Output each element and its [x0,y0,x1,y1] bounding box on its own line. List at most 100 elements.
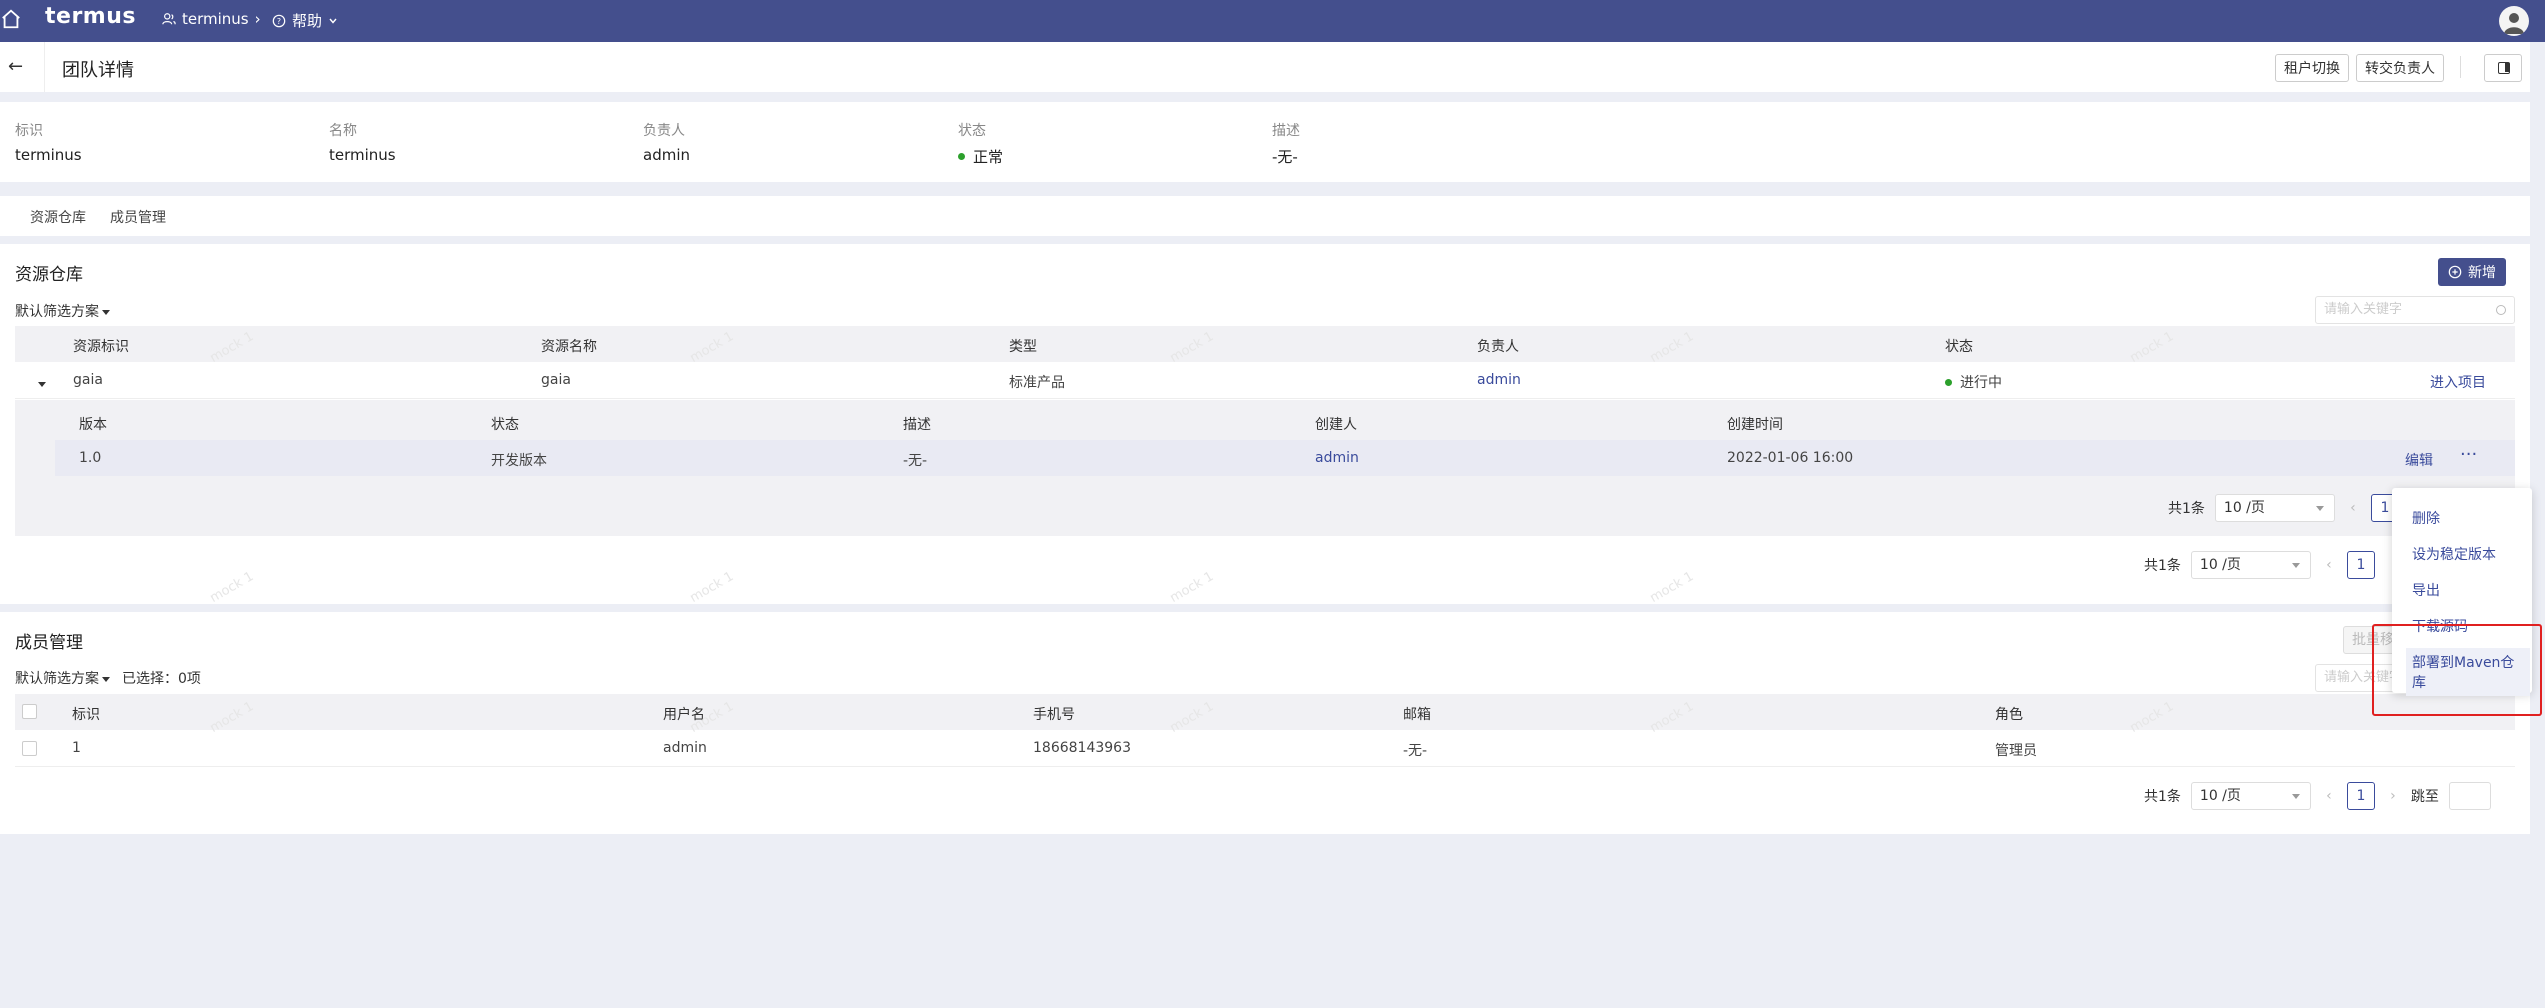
search-input[interactable]: 请输入关键字 [2315,296,2515,324]
pagination: 共1条 10 /页 ‹ 1 [2144,551,2375,579]
user-avatar-icon [2504,13,2524,34]
next-page-icon[interactable]: › [2385,788,2401,804]
transfer-owner-button[interactable]: 转交负责人 [2356,54,2444,82]
page-title: 团队详情 [62,60,134,81]
back-arrow-icon[interactable]: ← [8,56,23,77]
cell-id: 1 [72,740,81,756]
sub-pagination: 共1条 10 /页 ‹ 1 [2168,494,2399,522]
total-count: 共1条 [2144,558,2181,574]
column-header: 负责人 [1477,339,1519,355]
help-menu[interactable]: ? 帮助 [272,10,338,31]
column-header: 描述 [903,417,931,433]
add-button[interactable]: 新增 [2438,258,2506,286]
status-dot-icon [958,153,965,160]
info-owner: 负责人 admin [643,120,690,164]
cell-username: admin [663,740,707,756]
enter-project-link[interactable]: 进入项目 [2430,372,2486,392]
help-label: 帮助 [292,12,323,30]
tab-bar: 资源仓库 成员管理 [0,196,2530,236]
total-count: 共1条 [2144,789,2181,805]
info-label: 标识 [15,123,43,139]
prev-page-icon[interactable]: ‹ [2321,557,2337,573]
menu-item-delete[interactable]: 删除 [2412,508,2440,528]
column-header: 状态 [1945,339,1973,355]
column-header: 资源标识 [73,339,129,355]
search-icon [2496,305,2506,315]
column-header: 资源名称 [541,339,597,355]
info-label: 状态 [958,123,986,139]
chevron-right-icon: › [254,10,261,28]
switch-tenant-button[interactable]: 租户切换 [2275,54,2349,82]
info-id: 标识 terminus [15,120,82,164]
jump-page-input[interactable] [2448,782,2491,810]
tab-members[interactable]: 成员管理 [110,207,166,227]
edit-link[interactable]: 编辑 [2405,450,2433,470]
avatar[interactable] [2499,6,2529,36]
filter-scheme[interactable]: 默认筛选方案 [15,301,110,321]
cell-description: -无- [903,453,928,469]
jump-label: 跳至 [2410,789,2439,805]
tab-repositories[interactable]: 资源仓库 [30,207,86,227]
info-value: terminus [15,146,82,164]
row-checkbox[interactable] [22,741,37,756]
chevron-down-icon [329,18,337,24]
section-title: 资源仓库 [15,265,83,285]
side-panel-toggle[interactable] [2484,54,2522,82]
column-header: 创建人 [1315,417,1357,433]
menu-item-export[interactable]: 导出 [2412,580,2440,600]
info-value: -无- [1272,148,1298,166]
cell-status: 进行中 [1945,372,2002,392]
highlight-box [2372,624,2542,716]
help-icon: ? [272,14,286,27]
top-bar: termus terminus › ? 帮助 [0,0,2545,42]
menu-item-set-stable[interactable]: 设为稳定版本 [2412,544,2496,564]
column-header: 创建时间 [1727,417,1783,433]
cell-created-time: 2022-01-06 16:00 [1727,450,1854,466]
filter-label: 默认筛选方案 [15,304,99,320]
cell-type: 标准产品 [1009,375,1065,391]
app-logo[interactable]: termus [45,4,136,29]
cell-version: 1.0 [79,450,102,466]
prev-page-icon[interactable]: ‹ [2321,788,2337,804]
page-number[interactable]: 1 [2346,551,2375,579]
cell-name: gaia [541,372,571,388]
column-header: 邮箱 [1403,707,1431,723]
page-size-select[interactable]: 10 /页 [2190,782,2311,810]
status-text: 进行中 [1960,375,2002,391]
section-title: 成员管理 [15,633,83,653]
page-size-select[interactable]: 10 /页 [2190,551,2311,579]
team-info-card: 标识 terminus 名称 terminus 负责人 admin 状态 正常 … [0,102,2530,182]
page-number[interactable]: 1 [2346,782,2375,810]
table-header: 标识 用户名 手机号 邮箱 角色 [15,694,2515,730]
home-icon[interactable] [0,8,22,30]
sub-table-row: 1.0 开发版本 -无- admin 2022-01-06 16:00 编辑 ·… [55,440,2515,476]
column-header: 版本 [79,417,107,433]
info-name: 名称 terminus [329,120,396,164]
pagination: 共1条 10 /页 ‹ 1 › 跳至 [2144,782,2491,810]
cell-owner-link[interactable]: admin [1477,372,1521,388]
select-all-checkbox[interactable] [22,704,37,719]
info-status: 状态 正常 [958,120,1003,167]
info-label: 名称 [329,123,357,139]
selected-count: 已选择：0项 [122,671,201,687]
total-count: 共1条 [2168,501,2205,517]
status-dot-icon [1945,378,1952,386]
page-size-select[interactable]: 10 /页 [2214,494,2335,522]
caret-down-icon [102,309,110,315]
table-header: 资源标识 资源名称 类型 负责人 状态 [15,326,2515,362]
caret-down-icon [102,676,110,682]
info-label: 负责人 [643,123,685,139]
info-value: terminus [329,146,396,164]
prev-page-icon[interactable]: ‹ [2345,500,2361,516]
column-header: 用户名 [663,707,705,723]
cell-creator-link[interactable]: admin [1315,450,1359,466]
panel-icon [2498,62,2510,74]
org-name: terminus [182,10,249,28]
cell-role: 管理员 [1995,743,2037,759]
cell-phone: 18668143963 [1033,740,1131,756]
expand-caret-icon[interactable] [35,376,46,392]
filter-scheme[interactable]: 默认筛选方案 已选择：0项 [15,668,201,688]
org-switcher[interactable]: terminus › [162,10,261,28]
more-actions-button[interactable]: ··· [2460,444,2477,465]
column-header: 标识 [72,707,100,723]
